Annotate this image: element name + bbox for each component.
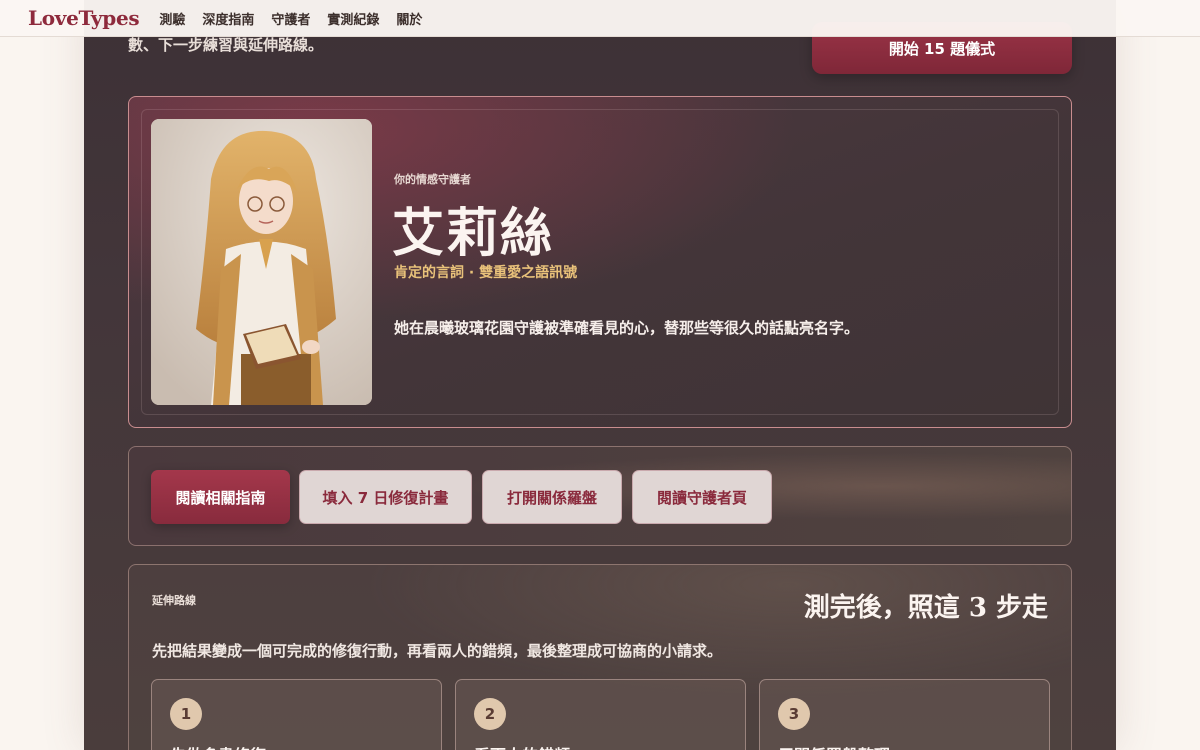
nav-link-quiz[interactable]: 測驗 [159, 9, 185, 28]
open-relationship-compass-button[interactable]: 打開關係羅盤 [482, 470, 622, 524]
path-kicker: 延伸路線 [152, 594, 196, 607]
path-title: 測完後，照這 3 步走 [803, 593, 1048, 623]
step-number: 1 [170, 698, 202, 730]
nav-link-about[interactable]: 關於 [396, 9, 422, 28]
guardian-portrait [151, 119, 372, 405]
path-description: 先把結果變成一個可完成的修復行動，再看兩人的錯頻，最後整理成可協商的小請求。 [152, 642, 723, 660]
nav-link-guides[interactable]: 深度指南 [202, 9, 254, 28]
fill-7-day-plan-button[interactable]: 填入 7 日修復計畫 [299, 470, 472, 524]
guardian-description: 她在晨曦玻璃花園守護被準確看見的心，替那些等很久的話點亮名字。 [394, 319, 860, 337]
read-guardian-page-button[interactable]: 閱讀守護者頁 [632, 470, 772, 524]
step-card[interactable]: 3 用關係羅盤整理 [759, 679, 1050, 750]
extension-path-card: 延伸路線 測完後，照這 3 步走 先把結果變成一個可完成的修復行動，再看兩人的錯… [128, 564, 1072, 750]
step-number: 3 [778, 698, 810, 730]
guardian-illustration [151, 119, 372, 405]
guardian-name: 艾莉絲 [392, 203, 555, 264]
intro-text: 數、下一步練習與延伸路線。 [128, 36, 324, 54]
step-card[interactable]: 1 先做多書修復 [151, 679, 442, 750]
step-card[interactable]: 2 看兩人的錯頻 [455, 679, 746, 750]
step-number: 2 [474, 698, 506, 730]
brand-logo[interactable]: LoveTypes [28, 6, 140, 30]
step-title: 用關係羅盤整理 [778, 742, 890, 750]
guardian-tagline: 肯定的言詞 · 雙重愛之語訊號 [394, 265, 578, 281]
nav-link-guardians[interactable]: 守護者 [271, 9, 310, 28]
nav-link-records[interactable]: 實測紀錄 [327, 9, 379, 28]
action-row: 閱讀相關指南 填入 7 日修復計畫 打開關係羅盤 閱讀守護者頁 [128, 446, 1072, 546]
guardian-card: 你的情感守護者 艾莉絲 肯定的言詞 · 雙重愛之語訊號 她在晨曦玻璃花園守護被準… [128, 96, 1072, 428]
step-title: 先做多書修復 [170, 742, 266, 750]
read-guide-button[interactable]: 閱讀相關指南 [151, 470, 290, 524]
guardian-kicker: 你的情感守護者 [394, 173, 471, 186]
top-nav: LoveTypes 測驗 深度指南 守護者 實測紀錄 關於 [0, 0, 1200, 37]
step-title: 看兩人的錯頻 [474, 742, 570, 750]
